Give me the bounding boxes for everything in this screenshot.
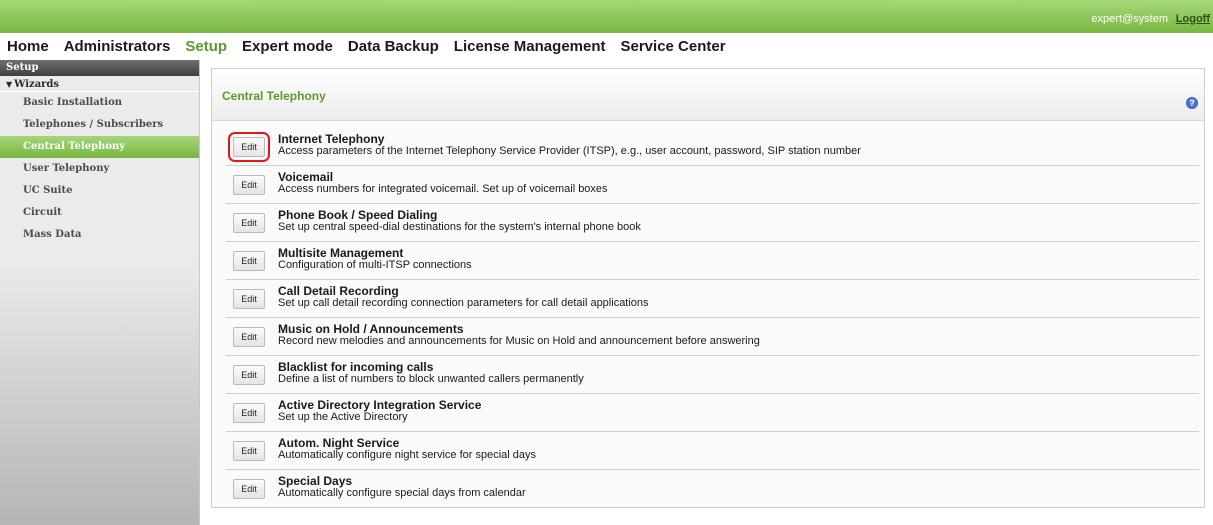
item-description: Access numbers for integrated voicemail.… <box>278 183 608 195</box>
item-description: Set up central speed-dial destinations f… <box>278 221 641 233</box>
triangle-down-icon: ▼ <box>6 79 13 89</box>
logoff-link[interactable]: Logoff <box>1176 13 1210 25</box>
item-title: Special Days <box>278 474 353 488</box>
item-title: Music on Hold / Announcements <box>278 322 464 336</box>
sidebar-item-user-telephony[interactable]: User Telephony <box>0 158 199 180</box>
list-item-voicemail: Edit Voicemail Access numbers for integr… <box>226 166 1199 204</box>
sidebar-item-circuit[interactable]: Circuit <box>0 202 199 224</box>
sidebar-item-basic-installation[interactable]: Basic Installation <box>0 92 199 114</box>
sidebar-title: Setup <box>0 60 199 76</box>
item-description: Record new melodies and announcements fo… <box>278 335 760 347</box>
nav-license-management[interactable]: License Management <box>454 38 606 55</box>
sidebar-group-label: Wizards <box>14 79 60 90</box>
item-title: Multisite Management <box>278 246 404 260</box>
list-item-phone-book: Edit Phone Book / Speed Dialing Set up c… <box>226 204 1199 242</box>
item-description: Define a list of numbers to block unwant… <box>278 373 584 385</box>
logged-in-user: expert@system <box>1091 13 1168 25</box>
item-description: Set up call detail recording connection … <box>278 297 649 309</box>
edit-button[interactable]: Edit <box>233 441 265 461</box>
sidebar-item-central-telephony[interactable]: Central Telephony <box>0 136 199 158</box>
nav-home[interactable]: Home <box>7 38 49 55</box>
list-item-active-directory: Edit Active Directory Integration Servic… <box>226 394 1199 432</box>
item-title: Autom. Night Service <box>278 436 400 450</box>
sidebar-item-telephones-subscribers[interactable]: Telephones / Subscribers <box>0 114 199 136</box>
nav-service-center[interactable]: Service Center <box>621 38 726 55</box>
main-nav: Home Administrators Setup Expert mode Da… <box>0 33 1213 59</box>
edit-button[interactable]: Edit <box>233 403 265 423</box>
item-description: Set up the Active Directory <box>278 411 408 423</box>
list-item-blacklist: Edit Blacklist for incoming calls Define… <box>226 356 1199 394</box>
item-description: Configuration of multi-ITSP connections <box>278 259 472 271</box>
help-icon[interactable]: ? <box>1186 97 1198 109</box>
edit-button[interactable]: Edit <box>233 327 265 347</box>
edit-button[interactable]: Edit <box>233 251 265 271</box>
edit-button[interactable]: Edit <box>233 175 265 195</box>
nav-data-backup[interactable]: Data Backup <box>348 38 439 55</box>
item-description: Automatically configure special days fro… <box>278 487 526 499</box>
central-telephony-panel: Central Telephony ? Edit Internet Teleph… <box>211 68 1205 508</box>
sidebar-item-mass-data[interactable]: Mass Data <box>0 224 199 246</box>
sidebar-item-uc-suite[interactable]: UC Suite <box>0 180 199 202</box>
list-item-multisite-management: Edit Multisite Management Configuration … <box>226 242 1199 280</box>
list-item-night-service: Edit Autom. Night Service Automatically … <box>226 432 1199 470</box>
sidebar: Setup ▼ Wizards Basic Installation Teleph… <box>0 60 200 525</box>
edit-button[interactable]: Edit <box>233 479 265 499</box>
item-title: Phone Book / Speed Dialing <box>278 208 438 222</box>
nav-administrators[interactable]: Administrators <box>64 38 171 55</box>
nav-setup[interactable]: Setup <box>185 38 227 55</box>
item-title: Voicemail <box>278 170 334 184</box>
list-item-call-detail-recording: Edit Call Detail Recording Set up call d… <box>226 280 1199 318</box>
page-title: Central Telephony <box>222 89 326 103</box>
wizard-list: Edit Internet Telephony Access parameter… <box>226 128 1199 508</box>
sidebar-group-wizards[interactable]: ▼ Wizards <box>0 76 199 92</box>
item-title: Blacklist for incoming calls <box>278 360 434 374</box>
edit-button[interactable]: Edit <box>228 132 270 162</box>
edit-button[interactable]: Edit <box>233 365 265 385</box>
edit-button[interactable]: Edit <box>233 289 265 309</box>
item-description: Automatically configure night service fo… <box>278 449 537 461</box>
item-title: Active Directory Integration Service <box>278 398 482 412</box>
item-title: Internet Telephony <box>278 132 385 146</box>
item-description: Access parameters of the Internet Teleph… <box>278 145 861 157</box>
top-bar: expert@system Logoff <box>0 0 1213 33</box>
nav-expert-mode[interactable]: Expert mode <box>242 38 333 55</box>
list-item-internet-telephony: Edit Internet Telephony Access parameter… <box>226 128 1199 166</box>
item-title: Call Detail Recording <box>278 284 399 298</box>
panel-header: Central Telephony ? <box>212 69 1204 121</box>
list-item-special-days: Edit Special Days Automatically configur… <box>226 470 1199 508</box>
edit-button[interactable]: Edit <box>233 213 265 233</box>
list-item-music-on-hold: Edit Music on Hold / Announcements Recor… <box>226 318 1199 356</box>
